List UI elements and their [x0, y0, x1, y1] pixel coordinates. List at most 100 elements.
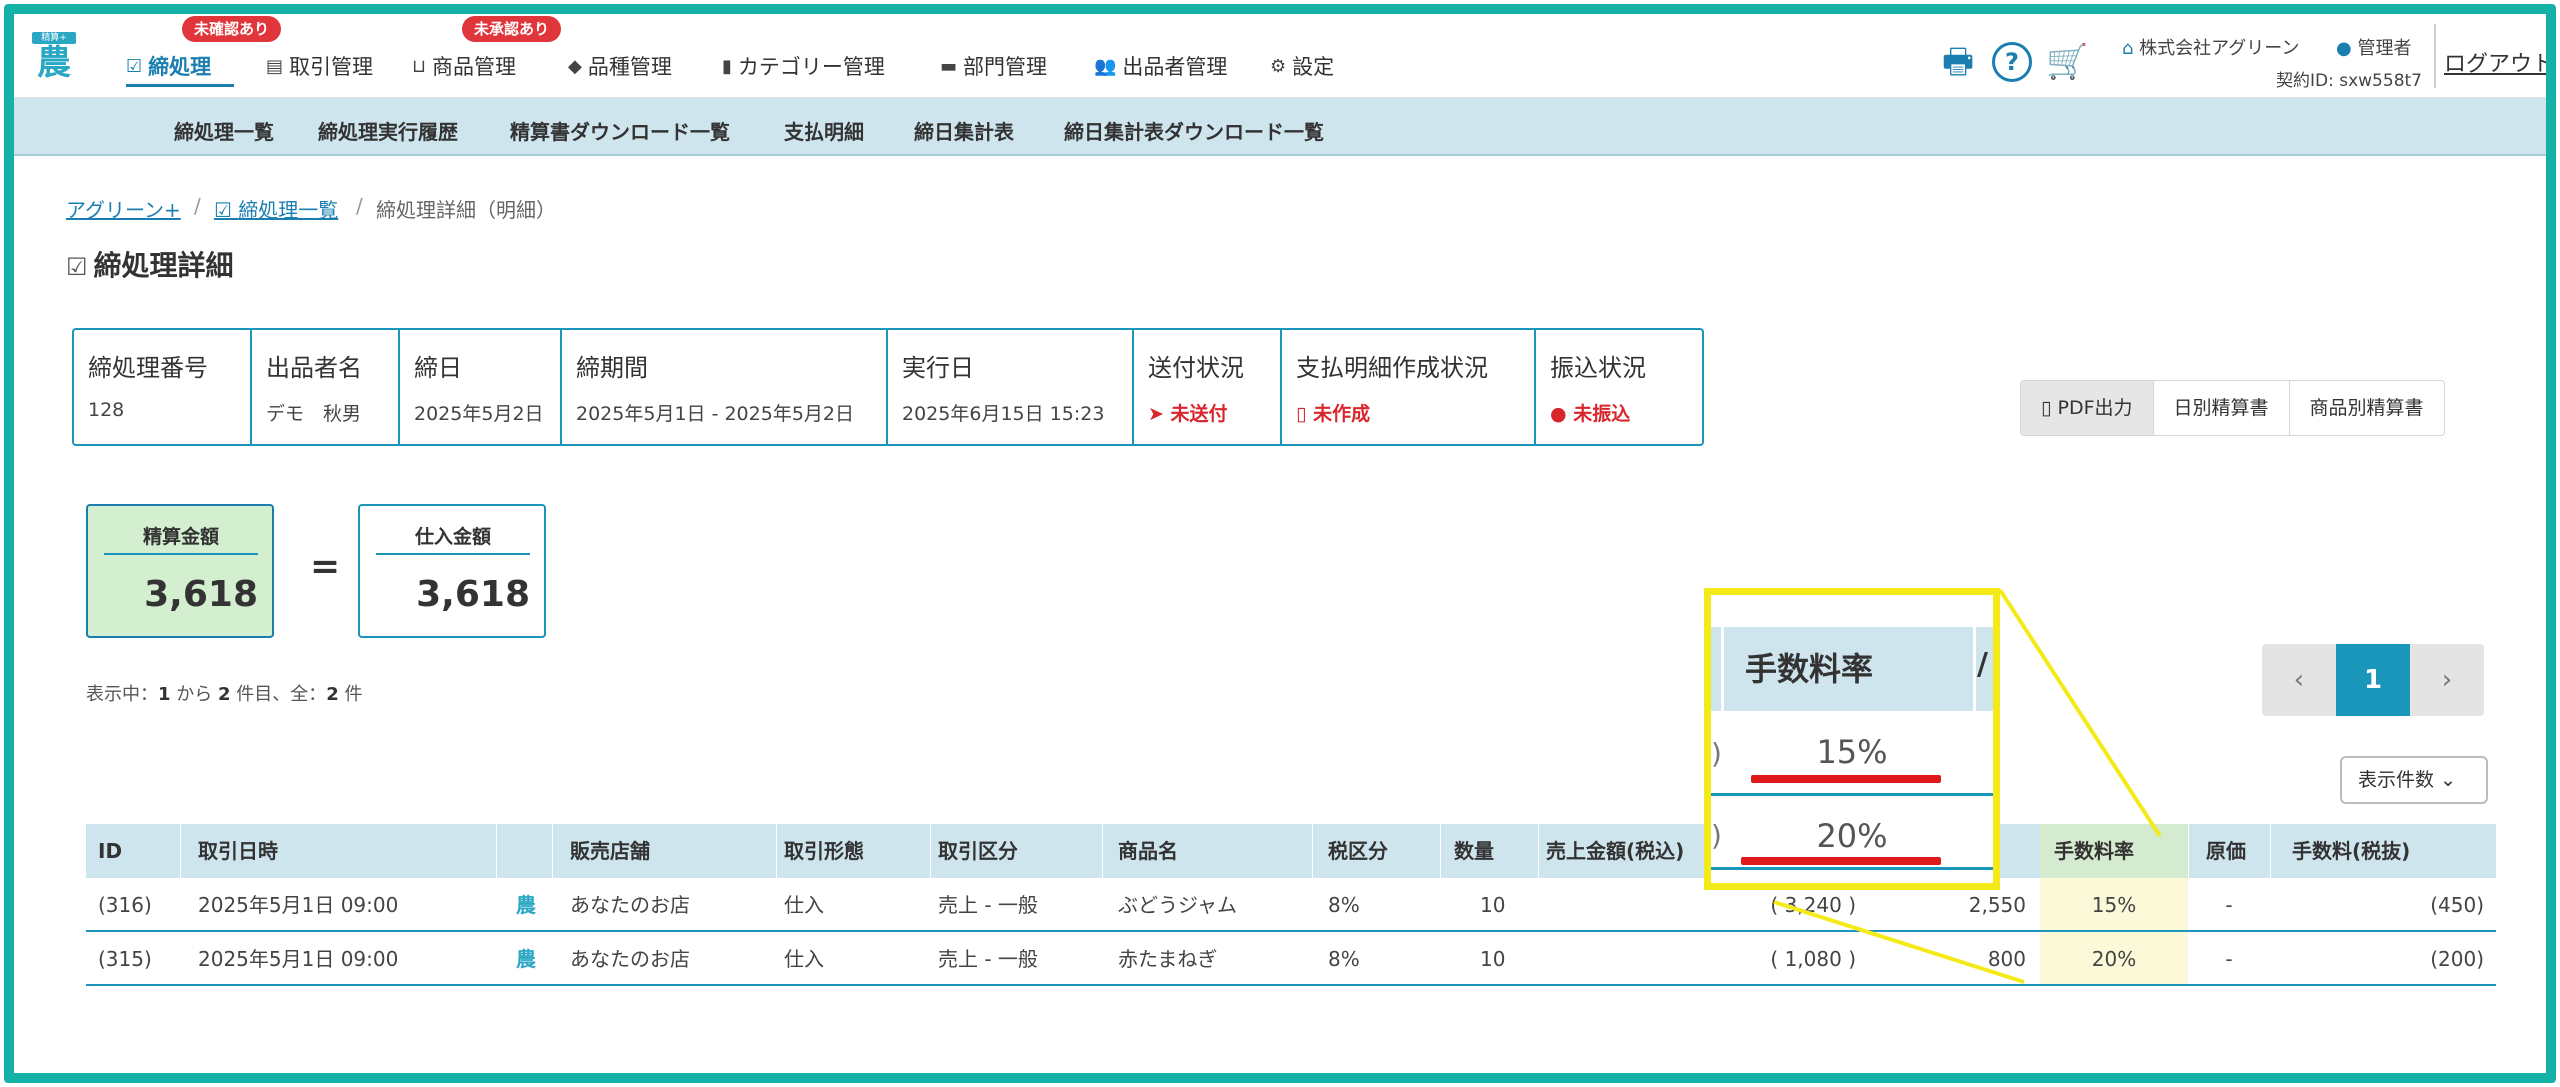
- breadcrumb-closing-list-label: 締処理一覧: [238, 198, 339, 222]
- purchase-amount-box: 仕入金額 3,618: [358, 504, 546, 638]
- nav-sellers[interactable]: 👥 出品者管理: [1094, 50, 1227, 82]
- settlement-amount-label: 精算金額: [104, 522, 258, 555]
- cell-fee-rate: 20%: [2091, 947, 2137, 971]
- cell-store: あなたのお店: [570, 947, 690, 971]
- zoom-edge-glyph: /: [1977, 647, 1988, 682]
- page-1-button[interactable]: 1: [2336, 644, 2410, 716]
- info-statement-value: ▯ 未作成: [1296, 399, 1520, 426]
- th-trade-category[interactable]: 取引区分: [938, 824, 1018, 878]
- info-send-header: 送付状況: [1148, 354, 1244, 382]
- user-role-label: 管理者: [2357, 38, 2412, 59]
- nav-categories-label: カテゴリー管理: [737, 55, 885, 79]
- info-period-value: 2025年5月1日 - 2025年5月2日: [576, 403, 854, 425]
- info-send-value: ➤ 未送付: [1148, 399, 1266, 426]
- th-tax[interactable]: 税区分: [1328, 824, 1388, 878]
- logout-link[interactable]: ログアウト: [2444, 46, 2546, 78]
- file-icon: ▯: [1296, 403, 1314, 425]
- cell-id[interactable]: (316): [98, 878, 152, 932]
- purchase-amount-label: 仕入金額: [376, 522, 530, 555]
- th-fee[interactable]: 手数料(税抜): [2292, 824, 2410, 878]
- subnav-daily-summary[interactable]: 締日集計表: [914, 116, 1014, 145]
- th-sales[interactable]: 売上金額(税込): [1546, 824, 1684, 878]
- table-row[interactable]: (316) 2025年5月1日 09:00 農 あなたのお店 仕入 売上 - 一…: [86, 878, 2496, 932]
- showing-to: 2: [217, 684, 231, 705]
- breadcrumb-home[interactable]: アグリーン+: [66, 194, 181, 223]
- agri-mark-icon: 農: [516, 893, 536, 917]
- per-page-select[interactable]: 表示件数 ⌄: [2340, 756, 2488, 804]
- breadcrumb-closing-list[interactable]: ☑ 締処理一覧: [214, 194, 338, 223]
- info-send-text: 未送付: [1170, 403, 1228, 425]
- nav-varieties[interactable]: ◆ 品種管理: [568, 50, 672, 82]
- equals-sign: =: [310, 546, 341, 587]
- per-page-label: 表示件数: [2358, 769, 2435, 791]
- th-datetime[interactable]: 取引日時: [198, 824, 278, 878]
- page-title: ☑ 締処理詳細: [66, 244, 234, 284]
- daily-statement-button[interactable]: 日別精算書: [2154, 381, 2290, 435]
- bookmark-icon: ▮: [722, 55, 732, 77]
- help-icon[interactable]: ?: [1992, 42, 2032, 82]
- cell-product: 赤たまねぎ: [1118, 947, 1218, 971]
- purchase-amount-value: 3,618: [416, 574, 530, 615]
- product-statement-button[interactable]: 商品別精算書: [2290, 381, 2444, 435]
- subnav-payment-details[interactable]: 支払明細: [784, 116, 864, 145]
- contract-id: 契約ID: sxw558t7: [2276, 71, 2422, 91]
- header-divider: [2188, 824, 2189, 878]
- cart-icon[interactable]: 🛒: [2046, 42, 2088, 82]
- print-icon[interactable]: 🖶: [1938, 42, 1978, 82]
- header-divider: [1538, 824, 1539, 878]
- export-button-group: ▯ PDF出力 日別精算書 商品別精算書: [2020, 380, 2445, 436]
- th-id[interactable]: ID: [98, 824, 122, 878]
- table-row[interactable]: (315) 2025年5月1日 09:00 農 あなたのお店 仕入 売上 - 一…: [86, 932, 2496, 986]
- closing-info-table: 締処理番号 128 出品者名 デモ 秋男 締日 2025年5月2日 締期間 20…: [72, 328, 1704, 446]
- info-transfer-value: ● 未振込: [1550, 399, 1688, 426]
- nav-categories[interactable]: ▮ カテゴリー管理: [722, 50, 885, 82]
- info-send-status: 送付状況 ➤ 未送付: [1134, 330, 1282, 444]
- app-logo[interactable]: 精算+ 農: [32, 32, 76, 82]
- pdf-export-label: PDF出力: [2057, 397, 2133, 419]
- subnav-daily-summary-downloads[interactable]: 締日集計表ダウンロード一覧: [1064, 116, 1324, 145]
- nav-products[interactable]: ⊔ 商品管理: [412, 50, 516, 82]
- th-product[interactable]: 商品名: [1118, 824, 1178, 878]
- nav-transactions[interactable]: ▤ 取引管理: [266, 50, 373, 82]
- info-transfer-status: 振込状況 ● 未振込: [1536, 330, 1702, 444]
- info-period: 締期間 2025年5月1日 - 2025年5月2日: [562, 330, 888, 444]
- th-trade-type[interactable]: 取引形態: [784, 824, 864, 878]
- folder-icon: ▬: [940, 55, 958, 77]
- page-title-text: 締処理詳細: [93, 249, 234, 282]
- basket-icon: ⊔: [412, 55, 427, 77]
- cell-fee-rate: 15%: [2091, 893, 2137, 917]
- header-divider: [180, 824, 181, 878]
- subnav-statement-downloads[interactable]: 精算書ダウンロード一覧: [510, 116, 730, 145]
- showing-count: 表示中：1 から 2 件目、全：2 件: [86, 680, 363, 706]
- cell-qty: 10: [1480, 947, 1506, 971]
- subnav-exec-history[interactable]: 締処理実行履歴: [318, 116, 458, 145]
- th-fee-rate[interactable]: 手数料率: [2054, 824, 2134, 878]
- cell-id[interactable]: (315): [98, 932, 152, 986]
- showing-suffix: 件: [338, 684, 363, 705]
- subnav-closing-list[interactable]: 締処理一覧: [174, 116, 274, 145]
- users-icon: 👥: [1094, 55, 1117, 77]
- detail-panel: 締処理番号 128 出品者名 デモ 秋男 締日 2025年5月2日 締期間 20…: [66, 308, 2496, 1028]
- next-page-button[interactable]: ›: [2410, 644, 2484, 716]
- prev-page-button[interactable]: ‹: [2262, 644, 2336, 716]
- th-cost[interactable]: 原価: [2206, 824, 2246, 878]
- pdf-export-button[interactable]: ▯ PDF出力: [2021, 381, 2154, 435]
- cell-tax: 8%: [1328, 893, 1360, 917]
- th-store[interactable]: 販売店舗: [570, 824, 650, 878]
- zoom-callout: 手数料率 / ) 15% ) 20%: [1704, 588, 2000, 890]
- nav-departments[interactable]: ▬ 部門管理: [940, 50, 1047, 82]
- check-circle-icon: ☑: [66, 253, 88, 281]
- info-seller: 出品者名 デモ 秋男: [252, 330, 400, 444]
- nav-products-label: 商品管理: [432, 55, 517, 79]
- info-period-header: 締期間: [576, 354, 648, 382]
- nav-varieties-label: 品種管理: [587, 55, 672, 79]
- nav-closing[interactable]: ☑ 締処理: [126, 50, 211, 82]
- nav-settings[interactable]: ⚙ 設定: [1270, 50, 1334, 82]
- cell-store: あなたのお店: [570, 893, 690, 917]
- showing-mid2: 件目、全：: [230, 684, 327, 705]
- info-closing-no-value: 128: [88, 399, 125, 421]
- showing-total: 2: [326, 684, 339, 705]
- cell-fee: (450): [2430, 893, 2484, 917]
- red-underline: [1741, 857, 1941, 865]
- th-qty[interactable]: 数量: [1454, 824, 1494, 878]
